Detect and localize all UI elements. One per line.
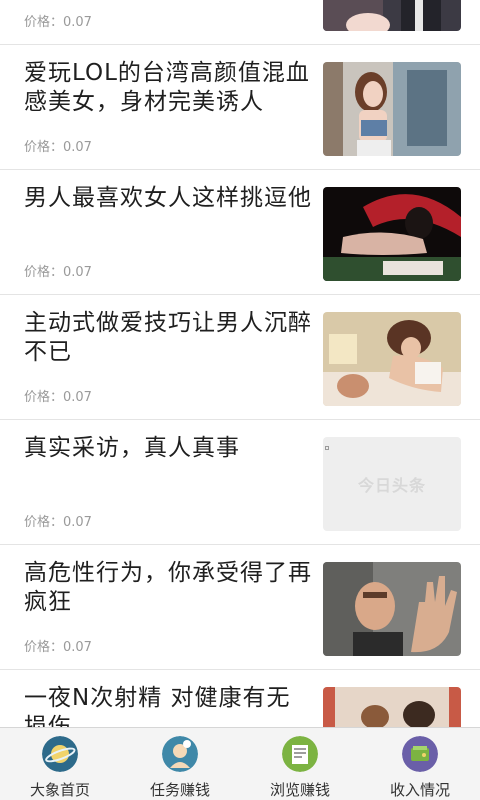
article-thumbnail [323,312,461,406]
article-thumbnail [323,187,461,281]
broken-image-icon [325,446,329,450]
article-item[interactable]: 价格：0.07 [0,0,480,45]
tab-task-earn[interactable]: 任务赚钱 [120,728,240,800]
placeholder-watermark: 今日头条 [357,476,426,495]
article-title: 主动式做爱技巧让男人沉醉不已 [24,310,312,365]
tab-home[interactable]: 大象首页 [0,728,120,800]
article-price: 价格：0.07 [24,515,92,530]
article-title: 男人最喜欢女人这样挑逗他 [24,185,312,211]
article-item[interactable]: 高危性行为，你承受得了再疯狂 价格：0.07 [0,545,480,670]
article-price: 价格：0.07 [24,265,92,280]
article-thumbnail [323,0,461,31]
article-item[interactable]: 一夜N次射精 对健康有无损伤 [0,670,480,727]
article-thumbnail-placeholder: 今日头条 [323,437,461,531]
bottom-tab-bar: 大象首页 任务赚钱 浏览赚钱 收入情况 [0,727,480,800]
article-title: 爱玩LOL的台湾高颜值混血感美女，身材完美诱人 [24,60,310,115]
article-title: 一夜N次射精 对健康有无损伤 [24,685,291,727]
planet-icon [42,736,78,772]
tab-label: 浏览赚钱 [269,781,330,799]
article-price: 价格：0.07 [24,390,92,405]
article-item[interactable]: 爱玩LOL的台湾高颜值混血感美女，身材完美诱人 价格：0.07 [0,45,480,170]
tab-income[interactable]: 收入情况 [360,728,480,800]
tab-label: 大象首页 [29,781,90,799]
tab-label: 任务赚钱 [149,781,210,799]
article-thumbnail [323,62,461,156]
article-title: 真实采访，真人真事 [24,435,240,461]
article-item[interactable]: 男人最喜欢女人这样挑逗他 价格：0.07 [0,170,480,295]
browse-newspaper-icon [282,736,318,772]
article-price: 价格：0.07 [24,15,92,30]
article-thumbnail [323,687,461,727]
tab-browse-earn[interactable]: 浏览赚钱 [240,728,360,800]
article-price: 价格：0.07 [24,640,92,655]
tab-label: 收入情况 [389,781,450,799]
task-person-icon [162,736,198,772]
article-item[interactable]: 真实采访，真人真事 价格：0.07 今日头条 [0,420,480,545]
article-thumbnail [323,562,461,656]
article-item[interactable]: 主动式做爱技巧让男人沉醉不已 价格：0.07 [0,295,480,420]
income-wallet-icon [402,736,438,772]
article-title: 高危性行为，你承受得了再疯狂 [24,560,312,615]
article-price: 价格：0.07 [24,140,92,155]
article-feed[interactable]: 价格：0.07 爱玩LOL的台湾高颜值混血感美女，身材完美诱人 价格：0.07 [0,0,480,727]
